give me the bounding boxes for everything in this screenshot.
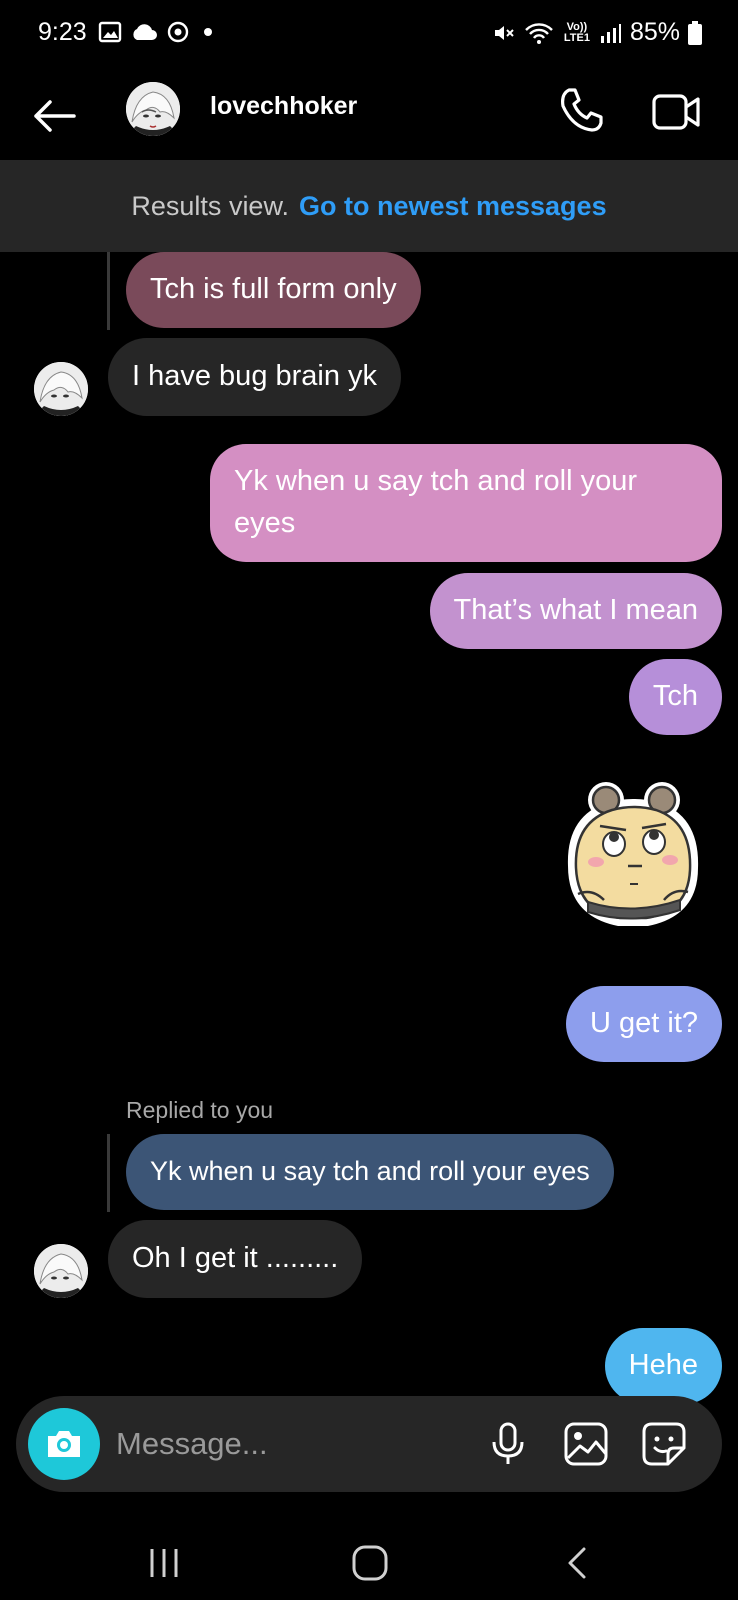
cloud-notification-icon (133, 24, 157, 40)
microphone-icon (492, 1422, 524, 1464)
contact-name[interactable]: lovechhoker (210, 92, 357, 121)
image-icon (564, 1422, 608, 1466)
wifi-icon (525, 22, 553, 44)
arrow-left-icon (34, 100, 76, 132)
status-time: 9:23 (38, 18, 87, 46)
battery-percent: 85% (629, 18, 680, 46)
system-navigation-bar (0, 1530, 738, 1600)
status-bar: 9:23 Vo)) LTE1 85% (0, 0, 738, 70)
volte-label: Vo)) LTE1 (563, 20, 590, 44)
sticker-button[interactable] (640, 1420, 688, 1468)
video-camera-icon (652, 94, 700, 130)
search-results-banner: Results view. Go to newest messages (0, 160, 738, 252)
reply-quote-bubble[interactable]: Yk when u say tch and roll your eyes (126, 1134, 614, 1210)
received-message-bubble[interactable]: Oh I get it ......... (108, 1220, 363, 1298)
recent-apps-icon (150, 1549, 178, 1577)
sync-notification-icon (167, 21, 189, 43)
sent-message-bubble[interactable]: That’s what I mean (429, 573, 722, 649)
received-message-bubble[interactable]: I have bug brain yk (108, 338, 402, 416)
home-icon (352, 1545, 388, 1581)
sent-message-bubble[interactable]: Yk when u say tch and roll your eyes (210, 444, 722, 562)
sent-message-bubble[interactable]: Tch (628, 659, 722, 735)
camera-button[interactable] (28, 1408, 100, 1480)
gallery-notification-icon (98, 21, 122, 43)
signal-icon (600, 23, 621, 43)
back-button[interactable] (30, 92, 78, 140)
sender-avatar[interactable] (34, 362, 88, 416)
sticker-message[interactable] (548, 776, 718, 946)
message-composer (16, 1396, 722, 1492)
sent-message-bubble[interactable]: U get it? (566, 986, 722, 1062)
results-view-label: Results view. (131, 190, 289, 221)
chevron-left-icon (568, 1547, 586, 1579)
video-call-button[interactable] (650, 86, 702, 138)
reply-quote-bar (107, 1134, 110, 1212)
status-system-icons: Vo)) LTE1 85% (492, 18, 702, 47)
grumpy-bear-sticker-icon (567, 782, 699, 926)
contact-avatar[interactable] (126, 82, 180, 136)
battery-icon (688, 20, 702, 45)
mute-icon (494, 25, 514, 40)
gallery-button[interactable] (562, 1420, 610, 1468)
more-notifications-dot-icon (204, 28, 212, 36)
recent-apps-button[interactable] (134, 1538, 194, 1588)
sender-avatar[interactable] (34, 1244, 88, 1298)
sent-message-bubble[interactable]: Hehe (604, 1328, 722, 1404)
sticker-icon (642, 1422, 686, 1466)
home-button[interactable] (340, 1538, 400, 1588)
phone-icon (561, 88, 603, 132)
reply-quote-bubble[interactable]: Tch is full form only (126, 252, 421, 328)
go-to-newest-link[interactable]: Go to newest messages (299, 191, 607, 222)
chat-header: lovechhoker (0, 70, 738, 160)
reply-quote-bar (107, 252, 110, 330)
camera-icon (48, 1431, 80, 1457)
replied-to-you-label: Replied to you (126, 1097, 274, 1123)
back-nav-button[interactable] (548, 1538, 608, 1588)
voice-message-button[interactable] (484, 1420, 532, 1468)
message-input[interactable] (116, 1418, 446, 1470)
voice-call-button[interactable] (555, 84, 607, 136)
status-notification-icons (98, 20, 212, 44)
